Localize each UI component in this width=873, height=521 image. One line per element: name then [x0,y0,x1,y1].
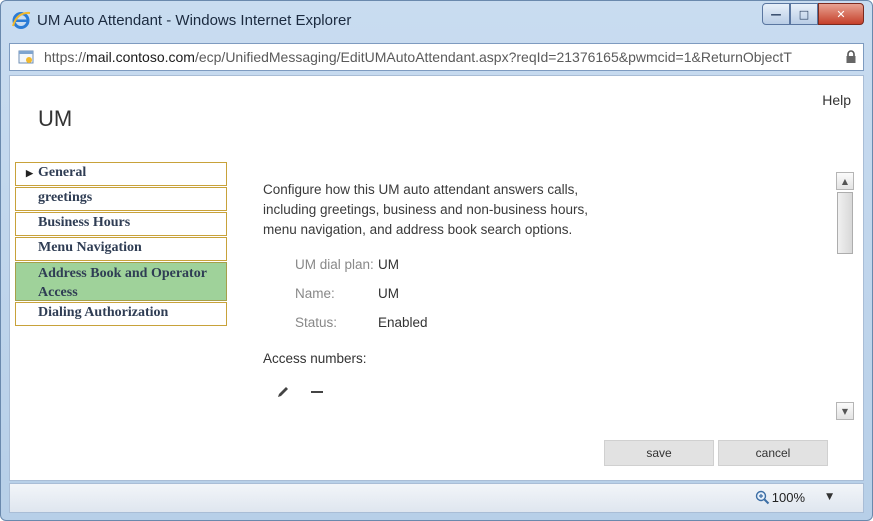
nav-item-label: General [38,165,87,180]
nav-item-dialing-authorization[interactable]: Dialing Authorization [15,302,227,326]
nav-item-general[interactable]: ▶ General [15,162,227,186]
url-host: mail.contoso.com [86,49,195,65]
pencil-icon[interactable] [273,382,293,402]
scroll-down-arrow-icon[interactable]: ▼ [836,402,854,420]
url-text[interactable]: https://mail.contoso.com/ecp/UnifiedMess… [44,49,844,65]
window-title: UM Auto Attendant - Windows Internet Exp… [37,12,352,29]
page-title: UM [38,106,73,131]
page-icon [18,50,34,64]
zoom-control[interactable]: 100% [755,490,805,505]
selected-arrow-icon: ▶ [26,168,33,178]
name-label: Name: [295,286,335,301]
intro-text: Configure how this UM auto attendant ans… [263,182,588,237]
status-label: Status: [295,315,338,330]
url-prefix: https:// [44,49,87,65]
cancel-button[interactable]: cancel [718,440,828,466]
nav-item-menu-navigation[interactable]: Menu Navigation [15,237,227,261]
nav-item-address-book[interactable]: Address Book and Operator Access [15,262,227,301]
name-value: UM [378,286,399,301]
zoom-level: 100% [771,490,805,505]
nav-item-label: Menu Navigation [38,240,142,255]
name-row: Name: UM [263,279,823,308]
address-bar[interactable]: https://mail.contoso.com/ecp/UnifiedMess… [9,43,864,71]
minus-icon[interactable] [307,382,327,402]
lock-icon[interactable] [845,50,857,64]
dial-plan-value: UM [378,257,399,272]
vertical-scrollbar[interactable]: ▲ ▼ [836,172,854,420]
save-button[interactable]: save [604,440,714,466]
access-numbers-toolbar [263,382,823,402]
section-nav: ▶ General greetings Business Hours Menu … [15,162,227,327]
dial-plan-label: UM dial plan: [295,257,374,272]
page-content: UM Help ▶ General greetings Business Hou… [9,75,864,481]
window-controls: — □ ✕ [762,3,864,25]
nav-item-label: Business Hours [38,215,131,230]
nav-item-business-hours[interactable]: Business Hours [15,212,227,236]
nav-item-label: Dialing Authorization [38,305,169,320]
zoom-dropdown-icon[interactable]: ▼ [826,492,833,502]
nav-item-label: greetings [38,190,93,205]
dial-plan-row: UM dial plan: UM [263,250,823,279]
scroll-thumb[interactable] [837,192,853,254]
help-link[interactable]: Help [822,92,851,108]
status-value: Enabled [378,315,428,330]
maximize-button[interactable]: □ [790,3,818,25]
url-path: /ecp/UnifiedMessaging/EditUMAutoAttendan… [194,49,792,65]
ie-logo-icon [12,11,31,29]
general-panel: Configure how this UM auto attendant ans… [263,180,823,402]
title-bar: UM Auto Attendant - Windows Internet Exp… [1,1,872,41]
close-button[interactable]: ✕ [818,3,864,25]
scroll-up-arrow-icon[interactable]: ▲ [836,172,854,190]
nav-item-label: Address Book and Operator Access [38,266,207,300]
browser-window: UM Auto Attendant - Windows Internet Exp… [0,0,873,521]
status-row: Status: Enabled [263,308,823,337]
access-numbers-label: Access numbers: [263,351,367,366]
minimize-button[interactable]: — [762,3,790,25]
zoom-magnifier-icon [755,490,769,505]
status-bar: 100% ▼ [9,483,864,513]
nav-item-greetings[interactable]: greetings [15,187,227,211]
